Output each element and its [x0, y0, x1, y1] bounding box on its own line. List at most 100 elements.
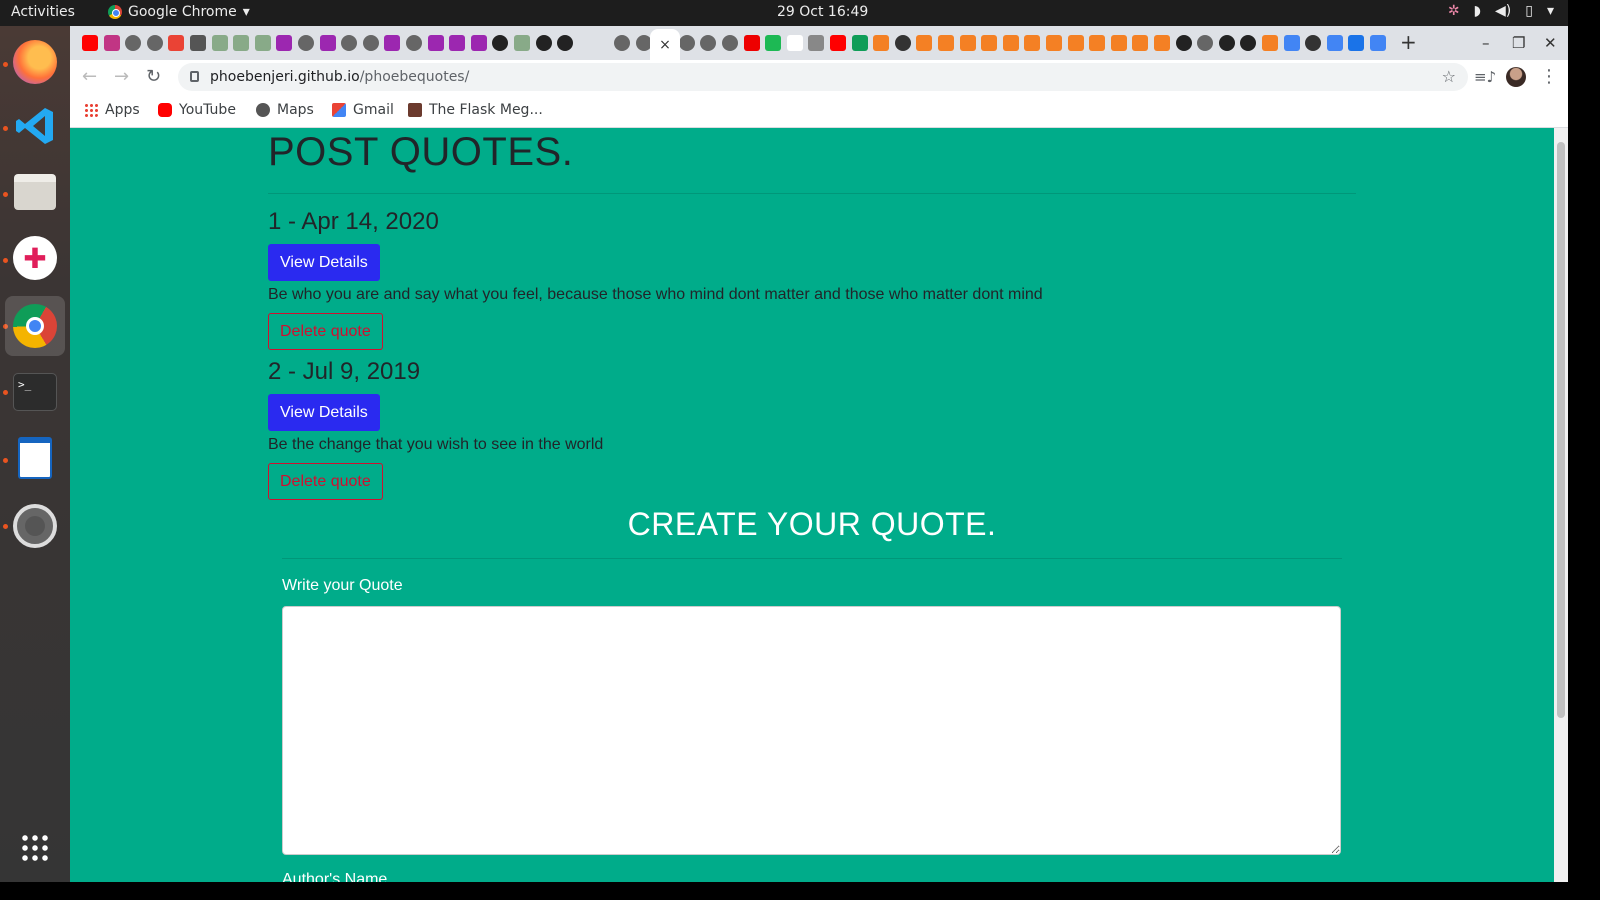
active-tab[interactable]: ×	[650, 29, 680, 60]
pinned-tab-favicon[interactable]	[1305, 35, 1322, 51]
dock-writer[interactable]	[5, 428, 65, 488]
restore-icon[interactable]: ❐	[1512, 34, 1525, 52]
bookmark-maps[interactable]: Maps	[256, 102, 314, 118]
pinned-tab-favicon[interactable]	[1175, 35, 1192, 51]
pinned-tab-favicon[interactable]	[959, 35, 976, 51]
pinned-tab-favicon[interactable]	[557, 35, 574, 51]
dock-settings[interactable]	[5, 496, 65, 556]
pinned-tab-favicon[interactable]	[981, 35, 998, 51]
pinned-tab-favicon[interactable]	[1326, 35, 1343, 51]
pinned-tab-favicon[interactable]	[1002, 35, 1019, 51]
dock-chrome[interactable]	[5, 296, 65, 356]
pinned-tab-favicon[interactable]	[276, 35, 293, 51]
pinned-tab-favicon[interactable]	[1089, 35, 1106, 51]
minimize-icon[interactable]: –	[1482, 34, 1490, 52]
pinned-tab-favicon[interactable]	[514, 35, 530, 51]
pinned-tab-favicon[interactable]	[1283, 35, 1300, 51]
pinned-tab-favicon[interactable]	[492, 35, 509, 51]
pinned-tab-favicon[interactable]	[427, 35, 444, 51]
quote-textarea[interactable]	[282, 606, 1341, 855]
pinned-tab-favicon[interactable]	[1110, 35, 1127, 51]
pinned-tab-favicon[interactable]	[1240, 35, 1257, 51]
pinned-tab-favicon[interactable]	[168, 35, 185, 51]
pinned-tab-favicon[interactable]	[1262, 35, 1278, 51]
delete-quote-button[interactable]: Delete quote	[268, 313, 383, 350]
pinned-tab-favicon[interactable]	[319, 35, 336, 51]
activities-button[interactable]: Activities	[11, 4, 75, 20]
slack-tray-icon[interactable]: ✲	[1448, 3, 1460, 19]
reload-icon[interactable]: ↻	[146, 66, 161, 87]
bookmark-gmail[interactable]: Gmail	[332, 102, 394, 118]
pinned-tab-favicon[interactable]	[1024, 35, 1041, 51]
tray-menu-icon[interactable]: ▾	[1547, 3, 1554, 19]
delete-quote-button[interactable]: Delete quote	[268, 463, 383, 500]
bookmark-star-icon[interactable]: ☆	[1442, 67, 1456, 86]
address-bar[interactable]: phoebenjeri.github.io/phoebequotes/ ☆	[178, 63, 1468, 91]
pinned-tab-favicon[interactable]	[1132, 35, 1149, 51]
pinned-tab-favicon[interactable]	[1067, 35, 1084, 51]
dock-slack[interactable]: ✚	[5, 228, 65, 288]
pinned-tab-favicon[interactable]	[938, 35, 954, 51]
dock-terminal[interactable]: >_	[5, 362, 65, 422]
pinned-tab-favicon[interactable]	[786, 35, 803, 51]
dock-vscode[interactable]	[5, 96, 65, 156]
page-scrollbar[interactable]	[1554, 128, 1568, 882]
kebab-menu-icon[interactable]: ⋮	[1540, 66, 1558, 87]
pinned-tab-favicon[interactable]	[916, 35, 933, 51]
pinned-tab-favicon[interactable]	[1218, 35, 1235, 51]
pinned-tab-favicon[interactable]	[470, 35, 487, 51]
pinned-tab-favicon[interactable]	[190, 35, 206, 51]
pinned-tab-favicon[interactable]	[254, 35, 271, 51]
pinned-tab-favicon[interactable]	[125, 35, 142, 51]
close-window-icon[interactable]: ✕	[1544, 34, 1557, 52]
dock-files[interactable]	[5, 162, 65, 222]
pinned-tab-favicon[interactable]	[211, 35, 228, 51]
pinned-tab-favicon[interactable]	[362, 35, 379, 51]
app-menu[interactable]: Google Chrome ▾	[108, 4, 250, 20]
pinned-tab-favicon[interactable]	[700, 35, 717, 51]
back-arrow-icon[interactable]: ←	[82, 66, 97, 87]
apps-grid-icon	[84, 103, 98, 117]
slack-icon: ✚	[13, 236, 57, 280]
pinned-tab-favicon[interactable]	[82, 35, 98, 51]
pinned-tab-favicon[interactable]	[808, 35, 825, 51]
new-tab-button[interactable]: +	[1400, 30, 1417, 54]
profile-avatar[interactable]	[1506, 67, 1526, 87]
pinned-tab-favicon[interactable]	[614, 35, 630, 51]
bookmark-apps[interactable]: Apps	[84, 102, 140, 118]
pinned-tab-favicon[interactable]	[873, 35, 890, 51]
pinned-tab-favicon[interactable]	[830, 35, 846, 51]
pinned-tab-favicon[interactable]	[103, 35, 120, 51]
show-applications-button[interactable]	[5, 818, 65, 878]
pinned-tab-favicon[interactable]	[298, 35, 314, 51]
pinned-tab-favicon[interactable]	[894, 35, 911, 51]
bookmark-flask-mega[interactable]: The Flask Meg...	[408, 102, 543, 118]
dock-firefox[interactable]	[5, 32, 65, 92]
pinned-tab-favicon[interactable]	[233, 35, 250, 51]
pinned-tab-favicon[interactable]	[743, 35, 760, 51]
close-tab-icon[interactable]: ×	[659, 37, 671, 53]
forward-arrow-icon[interactable]: →	[114, 66, 129, 87]
pinned-tab-favicon[interactable]	[535, 35, 552, 51]
pinned-tab-favicon[interactable]	[406, 35, 422, 51]
pinned-tab-favicon[interactable]	[1370, 35, 1386, 51]
pinned-tab-favicon[interactable]	[1046, 35, 1062, 51]
bookmark-youtube[interactable]: YouTube	[158, 102, 236, 118]
pinned-tab-favicon[interactable]	[722, 35, 738, 51]
pinned-tab-favicon[interactable]	[851, 35, 868, 51]
system-tray[interactable]: ✲ ◗ ◀) ▯ ▾	[1448, 3, 1554, 19]
pinned-tab-favicon[interactable]	[1348, 35, 1365, 51]
pinned-tab-favicon[interactable]	[449, 35, 466, 51]
media-queue-icon[interactable]: ≡♪	[1474, 68, 1496, 86]
scrollbar-thumb[interactable]	[1557, 142, 1565, 718]
view-details-button[interactable]: View Details	[268, 244, 380, 281]
pinned-tab-favicon[interactable]	[341, 35, 358, 51]
pinned-tab-favicon[interactable]	[1154, 35, 1170, 51]
pinned-tab-favicon[interactable]	[146, 35, 163, 51]
pinned-tab-favicon[interactable]	[1197, 35, 1214, 51]
pinned-tab-favicon[interactable]	[678, 35, 695, 51]
pinned-tab-favicon[interactable]	[765, 35, 782, 51]
view-details-button[interactable]: View Details	[268, 394, 380, 431]
pinned-tab-favicon[interactable]	[384, 35, 401, 51]
clock[interactable]: 29 Oct 16:49	[777, 4, 868, 20]
